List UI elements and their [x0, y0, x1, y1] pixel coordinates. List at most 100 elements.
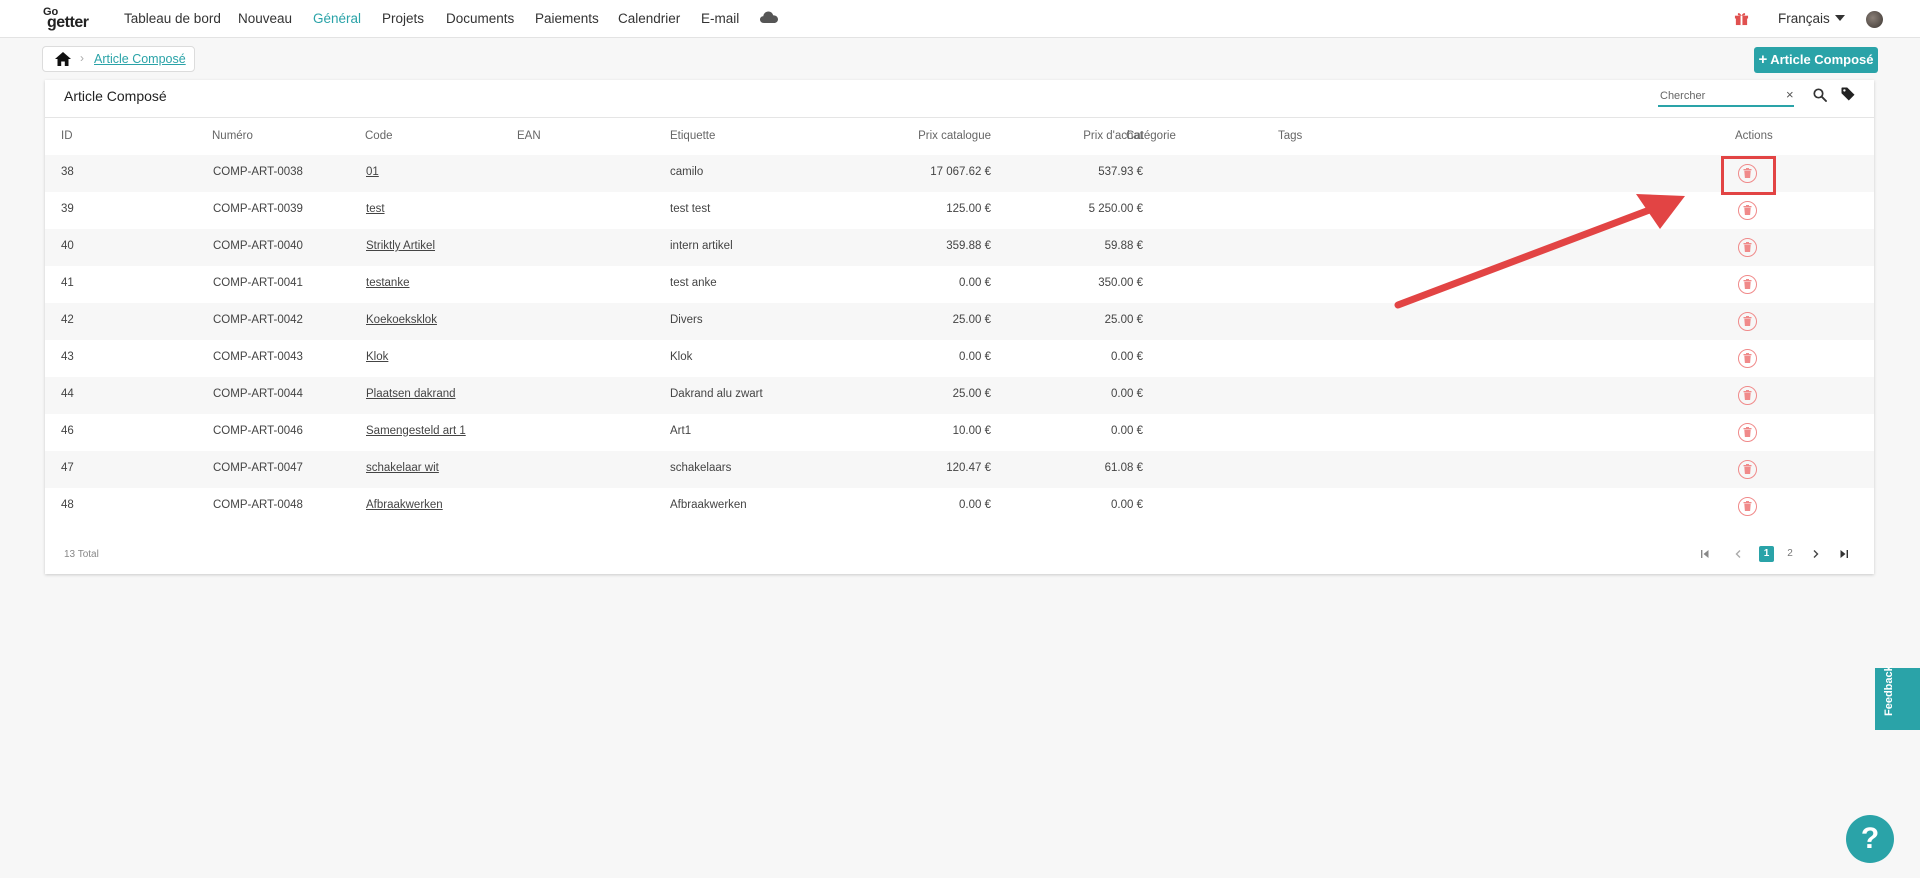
- col-header-categorie[interactable]: Catégorie: [1126, 130, 1176, 142]
- cell-prix-achat: 25.00 €: [1104, 314, 1143, 326]
- clear-search-icon[interactable]: ×: [1786, 87, 1794, 102]
- trash-icon: [1743, 353, 1752, 363]
- card-divider: [45, 117, 1874, 118]
- cell-etiquette: Dakrand alu zwart: [670, 388, 763, 400]
- cell-numero: COMP-ART-0048: [213, 499, 303, 511]
- delete-button[interactable]: [1738, 201, 1757, 220]
- cell-code[interactable]: test: [366, 203, 385, 215]
- delete-button[interactable]: [1738, 312, 1757, 331]
- gogetter-logo[interactable]: Go getter: [43, 6, 101, 32]
- nav-calendrier[interactable]: Calendrier: [618, 11, 680, 26]
- cell-code[interactable]: Afbraakwerken: [366, 499, 443, 511]
- cell-id: 38: [61, 166, 74, 178]
- delete-button[interactable]: [1738, 238, 1757, 257]
- nav-tableau-de-bord[interactable]: Tableau de bord: [124, 11, 221, 26]
- nav-email[interactable]: E-mail: [701, 11, 739, 26]
- help-button[interactable]: ?: [1846, 815, 1894, 863]
- nav-documents[interactable]: Documents: [446, 11, 514, 26]
- cell-etiquette: Klok: [670, 351, 693, 363]
- cloud-icon[interactable]: [760, 11, 778, 23]
- delete-button[interactable]: [1738, 460, 1757, 479]
- page-1-button[interactable]: 1: [1759, 546, 1774, 562]
- cell-numero: COMP-ART-0039: [213, 203, 303, 215]
- trash-icon: [1743, 205, 1752, 215]
- delete-button[interactable]: [1738, 423, 1757, 442]
- search-icon[interactable]: [1813, 88, 1827, 102]
- col-header-numero[interactable]: Numéro: [212, 130, 253, 142]
- annotation-arrow: [1394, 194, 1685, 309]
- table-row[interactable]: 43 COMP-ART-0043 Klok Klok 0.00 € 0.00 €: [45, 340, 1874, 377]
- nav-paiements[interactable]: Paiements: [535, 11, 599, 26]
- logo-getter: getter: [47, 14, 89, 31]
- last-page-button[interactable]: [1837, 546, 1851, 562]
- cell-id: 39: [61, 203, 74, 215]
- cell-etiquette: camilo: [670, 166, 704, 178]
- breadcrumb: › Article Composé: [42, 46, 195, 72]
- user-avatar[interactable]: [1866, 11, 1883, 28]
- cell-id: 46: [61, 425, 74, 437]
- table-row[interactable]: 47 COMP-ART-0047 schakelaar wit schakelaars…: [45, 451, 1874, 488]
- table-row[interactable]: 46 COMP-ART-0046 Samengesteld art 1 Art1 10.…: [45, 414, 1874, 451]
- language-selector[interactable]: Français: [1778, 11, 1845, 26]
- cell-code[interactable]: Plaatsen dakrand: [366, 388, 456, 400]
- cell-prix-catalogue: 0.00 €: [959, 277, 991, 289]
- delete-button[interactable]: [1738, 275, 1757, 294]
- gift-icon[interactable]: [1734, 11, 1749, 26]
- cell-code[interactable]: Striktly Artikel: [366, 240, 435, 252]
- next-page-button[interactable]: [1809, 546, 1823, 562]
- cell-prix-catalogue: 25.00 €: [952, 388, 991, 400]
- add-article-compose-button[interactable]: + Article Composé: [1754, 47, 1878, 73]
- cell-prix-achat: 0.00 €: [1111, 499, 1143, 511]
- col-header-tags[interactable]: Tags: [1278, 130, 1302, 142]
- page-2-button[interactable]: 2: [1784, 546, 1796, 562]
- cell-prix-achat: 0.00 €: [1111, 388, 1143, 400]
- cell-prix-catalogue: 120.47 €: [946, 462, 991, 474]
- col-header-prix-catalogue[interactable]: Prix catalogue: [865, 130, 991, 142]
- delete-button[interactable]: [1738, 349, 1757, 368]
- search-input[interactable]: [1658, 87, 1776, 105]
- cell-prix-catalogue: 125.00 €: [946, 203, 991, 215]
- cell-id: 42: [61, 314, 74, 326]
- search-field: [1658, 87, 1794, 107]
- cell-id: 47: [61, 462, 74, 474]
- nav-nouveau[interactable]: Nouveau: [238, 11, 292, 26]
- cell-code[interactable]: testanke: [366, 277, 409, 289]
- table-row[interactable]: 48 COMP-ART-0048 Afbraakwerken Afbraakwerke…: [45, 488, 1874, 525]
- cell-etiquette: test test: [670, 203, 711, 215]
- cell-prix-catalogue: 25.00 €: [952, 314, 991, 326]
- feedback-tab[interactable]: Feedback: [1875, 665, 1920, 730]
- prev-page-button[interactable]: [1731, 546, 1745, 562]
- cell-code[interactable]: Koekoeksklok: [366, 314, 437, 326]
- delete-button[interactable]: [1738, 497, 1757, 516]
- cell-code[interactable]: Klok: [366, 351, 388, 363]
- col-header-id[interactable]: ID: [61, 130, 73, 142]
- trash-icon: [1743, 316, 1752, 326]
- cell-id: 44: [61, 388, 74, 400]
- nav-projets[interactable]: Projets: [382, 11, 424, 26]
- cell-prix-catalogue: 17 067.62 €: [930, 166, 991, 178]
- table-row[interactable]: 44 COMP-ART-0044 Plaatsen dakrand Dakrand a…: [45, 377, 1874, 414]
- col-header-etiquette[interactable]: Etiquette: [670, 130, 715, 142]
- breadcrumb-current[interactable]: Article Composé: [94, 52, 186, 66]
- plus-icon: +: [1758, 51, 1768, 68]
- nav-general[interactable]: Général: [313, 11, 361, 26]
- cell-etiquette: Afbraakwerken: [670, 499, 747, 511]
- cell-numero: COMP-ART-0040: [213, 240, 303, 252]
- first-page-button[interactable]: [1698, 546, 1712, 562]
- cell-code[interactable]: 01: [366, 166, 379, 178]
- home-icon[interactable]: [55, 52, 71, 66]
- col-header-ean[interactable]: EAN: [517, 130, 541, 142]
- last-page-icon: [1840, 550, 1848, 558]
- cell-id: 40: [61, 240, 74, 252]
- language-label: Français: [1778, 11, 1830, 26]
- cell-code[interactable]: Samengesteld art 1: [366, 425, 466, 437]
- tag-icon[interactable]: [1841, 87, 1855, 101]
- cell-code[interactable]: schakelaar wit: [366, 462, 439, 474]
- col-header-prix-achat[interactable]: Prix d'achat: [1017, 130, 1143, 142]
- cell-id: 41: [61, 277, 74, 289]
- article-table-card: Article Composé × ID Numéro Code EAN Eti…: [45, 80, 1874, 574]
- col-header-code[interactable]: Code: [365, 130, 393, 142]
- delete-button[interactable]: [1738, 386, 1757, 405]
- trash-icon: [1743, 279, 1752, 289]
- cell-id: 48: [61, 499, 74, 511]
